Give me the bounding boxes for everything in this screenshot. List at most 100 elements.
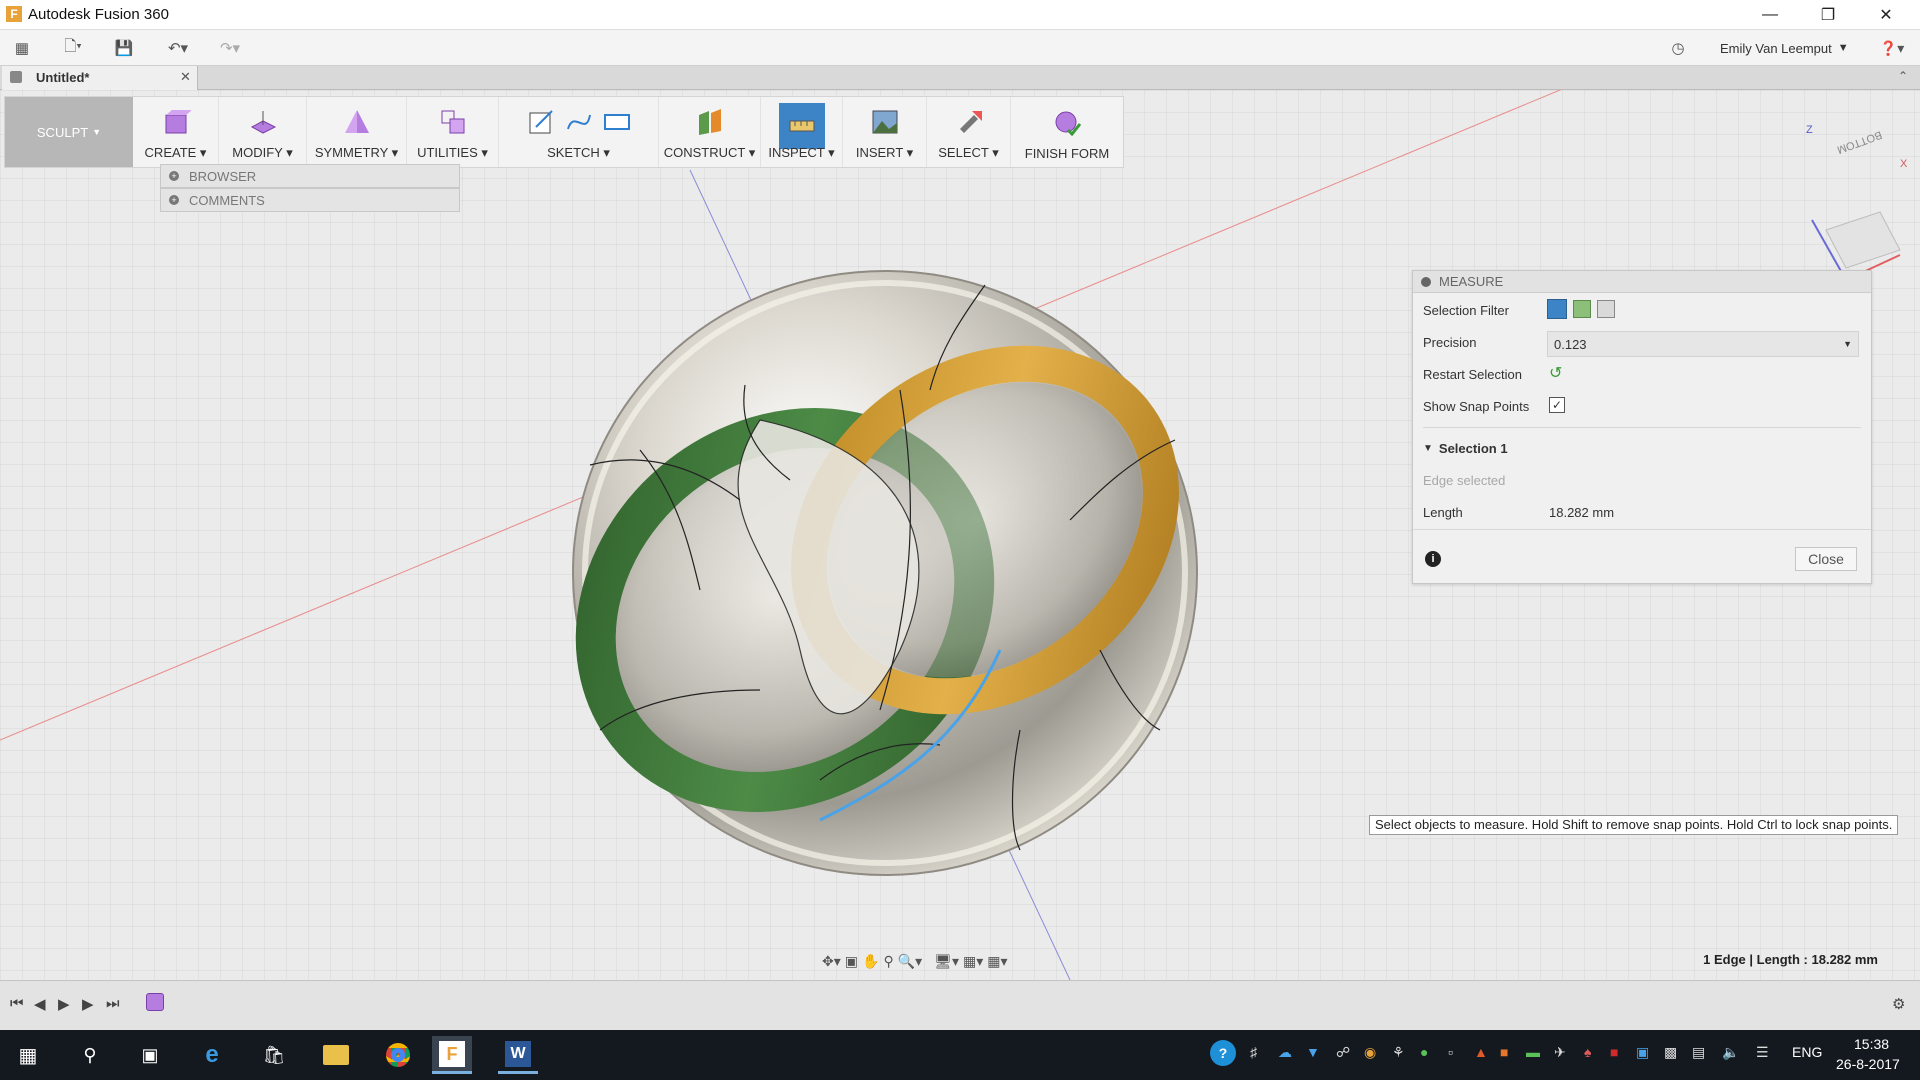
tray-app-icon[interactable]: ▬ (1526, 1044, 1540, 1060)
workspace-switcher[interactable]: SCULPT ▼ (5, 97, 133, 167)
length-label: Length (1423, 505, 1463, 520)
insert-menu[interactable]: INSERT ▾ (843, 97, 927, 167)
fusion-360-taskbar-icon[interactable]: F (432, 1036, 472, 1074)
timeline-settings-icon[interactable]: ⚙ (1892, 995, 1905, 1013)
create-sketch-icon (526, 107, 556, 137)
edge-browser-icon[interactable]: e (192, 1036, 232, 1074)
symmetry-icon (342, 107, 372, 137)
construct-menu[interactable]: CONSTRUCT ▾ (659, 97, 761, 167)
utilities-menu[interactable]: UTILITIES ▾ (407, 97, 499, 167)
selection-status: 1 Edge | Length : 18.282 mm (1703, 952, 1878, 967)
help-tray-icon[interactable]: ? (1210, 1040, 1236, 1066)
job-status-icon[interactable]: ◷ (1666, 33, 1690, 63)
display-settings-icon[interactable]: 🖥▾ (934, 953, 959, 970)
action-center-icon[interactable]: ☰ (1756, 1044, 1769, 1061)
tray-app-icon[interactable]: ☁ (1278, 1044, 1292, 1061)
tray-app-icon[interactable]: ▣ (1636, 1044, 1649, 1061)
word-icon[interactable]: W (498, 1036, 538, 1074)
chrome-icon[interactable] (378, 1036, 418, 1074)
user-menu[interactable]: Emily Van Leemput ▼ (1720, 38, 1849, 58)
go-to-end-icon[interactable]: ⏭ (106, 995, 120, 1012)
timeline-form-feature-icon[interactable] (146, 993, 164, 1011)
finish-form-button[interactable]: FINISH FORM (1011, 97, 1123, 167)
task-view-icon[interactable]: ▣ (130, 1036, 170, 1074)
restart-selection-icon[interactable]: ↺ (1549, 363, 1562, 383)
step-back-icon[interactable]: ◀ (34, 995, 46, 1013)
comments-panel[interactable]: + COMMENTS (160, 188, 460, 212)
close-button[interactable]: Close (1795, 547, 1857, 571)
help-icon[interactable]: ❓▾ (1874, 33, 1910, 63)
save-icon[interactable]: 💾 (112, 33, 136, 63)
volume-icon[interactable]: 🔈 (1722, 1044, 1739, 1061)
construct-menu-label: CONSTRUCT (663, 145, 746, 160)
browser-panel[interactable]: + BROWSER (160, 164, 460, 188)
tray-app-icon[interactable]: ▩ (1664, 1044, 1677, 1061)
redo-icon[interactable]: ↷▾ (210, 33, 250, 63)
filter-body-icon[interactable] (1547, 299, 1567, 319)
viewcube-x-label: X (1900, 158, 1908, 170)
file-menu-icon[interactable]: 🗋▾ (56, 33, 90, 63)
window-title: Autodesk Fusion 360 (28, 6, 169, 23)
tray-app-icon[interactable]: ✈ (1554, 1044, 1566, 1061)
play-icon[interactable]: ▶ (58, 995, 70, 1013)
clock-time[interactable]: 15:38 (1854, 1036, 1889, 1052)
look-at-icon[interactable]: ▣ (845, 953, 858, 970)
restore-button[interactable]: ❐ (1800, 0, 1856, 30)
tray-app-icon[interactable]: ▲ (1474, 1044, 1488, 1060)
modify-menu[interactable]: MODIFY ▾ (219, 97, 307, 167)
tray-app-icon[interactable]: ▼ (1306, 1044, 1320, 1060)
windows-start-icon[interactable]: ▦ (8, 1036, 48, 1074)
language-indicator[interactable]: ENG (1792, 1044, 1822, 1060)
triangle-down-icon: ▼ (1423, 443, 1433, 454)
tray-app-icon[interactable]: ▫ (1448, 1044, 1453, 1060)
file-explorer-icon[interactable] (316, 1036, 356, 1074)
collapse-icon[interactable] (1421, 276, 1431, 287)
tray-app-icon[interactable]: ■ (1500, 1044, 1508, 1060)
select-menu[interactable]: SELECT ▾ (927, 97, 1011, 167)
data-panel-grid-icon[interactable]: ▦ (10, 33, 34, 63)
document-tab[interactable]: Untitled* ✕ (2, 66, 198, 90)
inspect-menu[interactable]: INSPECT ▾ (761, 97, 843, 167)
grid-settings-icon[interactable]: ▦▾ (963, 953, 983, 970)
precision-select[interactable]: 0.123 ▼ (1547, 331, 1859, 357)
filter-face-icon[interactable] (1573, 300, 1591, 318)
create-menu[interactable]: CREATE ▾ (133, 97, 219, 167)
tray-app-icon[interactable]: ♯ (1250, 1044, 1257, 1060)
sketch-menu[interactable]: SKETCH ▾ (499, 97, 659, 167)
sculpt-toolbar: SCULPT ▼ CREATE ▾ MODIFY ▾ SYMMETRY ▾ UT… (4, 96, 1124, 168)
tray-app-icon[interactable]: ☍ (1336, 1044, 1350, 1061)
info-icon[interactable]: i (1425, 551, 1441, 567)
minimize-button[interactable]: — (1742, 0, 1798, 30)
offset-plane-icon (695, 107, 725, 137)
tray-app-icon[interactable]: ⚘ (1392, 1044, 1405, 1061)
step-forward-icon[interactable]: ▶ (82, 995, 94, 1013)
search-icon[interactable]: ⚲ (70, 1036, 110, 1074)
collapse-ribbon-icon[interactable]: ⌃ (1898, 69, 1908, 83)
filter-edge-icon[interactable] (1597, 300, 1615, 318)
zoom-icon[interactable]: 🔍▾ (898, 953, 922, 970)
measure-header[interactable]: MEASURE (1413, 271, 1871, 293)
orbit-icon[interactable]: ✥▾ (822, 953, 841, 970)
clock-date[interactable]: 26-8-2017 (1836, 1056, 1900, 1072)
zoom-window-icon[interactable]: ⚲ (883, 953, 893, 970)
go-to-start-icon[interactable]: ⏮ (10, 995, 24, 1012)
tray-app-icon[interactable]: ● (1420, 1044, 1428, 1060)
symmetry-menu[interactable]: SYMMETRY ▾ (307, 97, 407, 167)
select-arrow-icon (954, 107, 984, 137)
show-snap-points-checkbox[interactable]: ✓ (1549, 397, 1565, 413)
tray-app-icon[interactable]: ♠ (1584, 1044, 1591, 1060)
pan-icon[interactable]: ✋ (862, 953, 879, 970)
viewports-icon[interactable]: ▦▾ (987, 953, 1007, 970)
expand-icon: + (169, 171, 179, 181)
tray-app-icon[interactable]: ■ (1610, 1044, 1618, 1060)
tray-app-icon[interactable]: ◉ (1364, 1044, 1376, 1061)
undo-icon[interactable]: ↶▾ (158, 33, 198, 63)
close-window-button[interactable]: ✕ (1858, 0, 1914, 30)
network-icon[interactable]: ▤ (1692, 1044, 1705, 1061)
create-box-icon (161, 107, 191, 137)
selection-filter-group (1547, 299, 1615, 319)
precision-value: 0.123 (1554, 336, 1587, 352)
selection-section-header[interactable]: ▼ Selection 1 (1423, 441, 1508, 456)
store-icon[interactable]: 🛍 (254, 1036, 294, 1074)
close-tab-icon[interactable]: ✕ (180, 69, 191, 85)
